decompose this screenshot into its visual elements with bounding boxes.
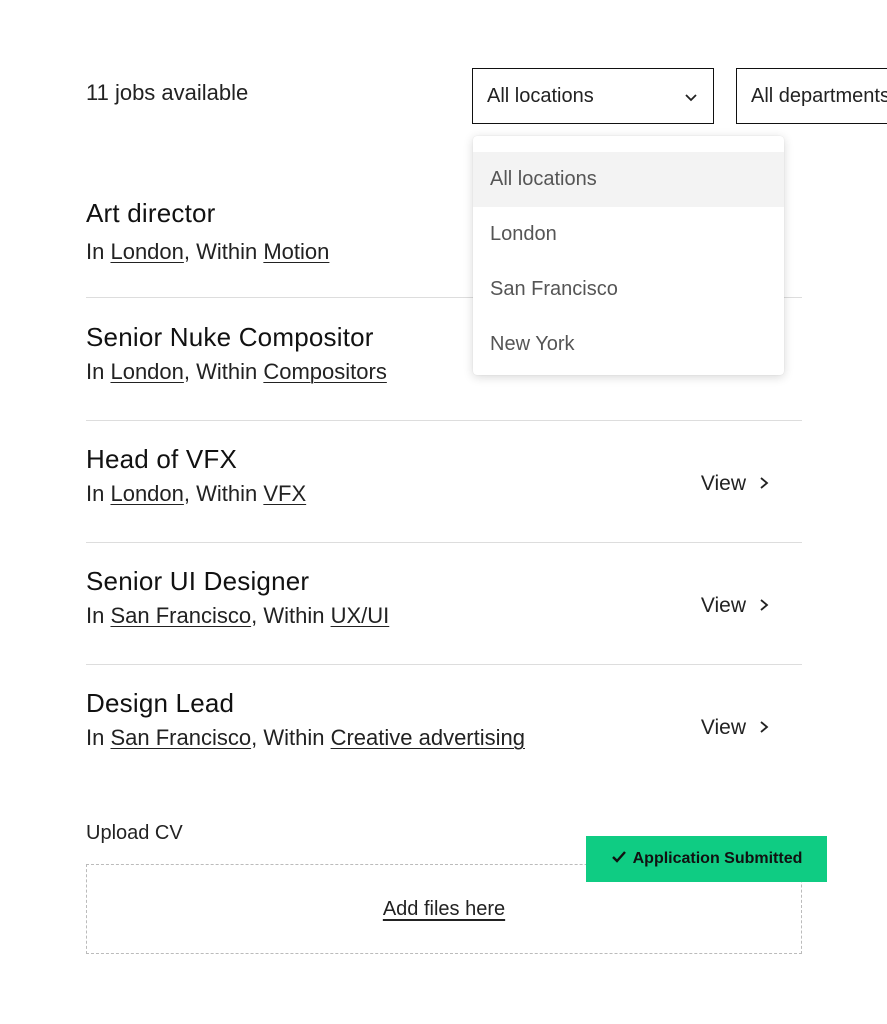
- chevron-right-icon: [758, 716, 770, 740]
- dropdown-option-san-francisco[interactable]: San Francisco: [473, 262, 784, 317]
- job-location-link[interactable]: London: [110, 359, 183, 384]
- view-job-label: View: [700, 594, 746, 617]
- view-job-label: View: [700, 716, 746, 739]
- location-select-value: All locations: [487, 84, 594, 107]
- job-department-link[interactable]: UX/UI: [331, 603, 390, 628]
- job-title: Head of VFX: [86, 444, 238, 474]
- check-icon: [611, 850, 627, 869]
- job-meta: In San Francisco, Within UX/UI: [86, 603, 390, 628]
- job-meta: In San Francisco, Within Creative advert…: [86, 725, 525, 750]
- job-divider: [86, 542, 802, 543]
- chevron-right-icon: [758, 472, 770, 496]
- view-job-button[interactable]: View: [701, 594, 770, 618]
- view-job-button[interactable]: View: [701, 472, 770, 496]
- application-submitted-toast: Application Submitted: [586, 836, 827, 882]
- upload-cv-label: Upload CV: [86, 822, 183, 844]
- job-divider: [86, 664, 802, 665]
- chevron-right-icon: [758, 594, 770, 618]
- job-department-link[interactable]: Motion: [263, 239, 329, 264]
- chevron-down-icon: [683, 88, 699, 104]
- job-location-link[interactable]: London: [110, 481, 183, 506]
- view-job-label: View: [700, 472, 746, 495]
- department-select[interactable]: All departments: [736, 68, 887, 124]
- job-item-senior-ui-designer: Senior UI Designer In San Francisco, Wit…: [86, 566, 802, 646]
- job-department-link[interactable]: VFX: [263, 481, 306, 506]
- job-meta: In London, Within VFX: [86, 481, 307, 506]
- add-files-link[interactable]: Add files here: [383, 898, 505, 921]
- dropdown-option-all-locations[interactable]: All locations: [473, 152, 784, 207]
- job-divider: [86, 420, 802, 421]
- location-dropdown-menu: All locations London San Francisco New Y…: [473, 136, 784, 375]
- department-select-value: All departments: [751, 84, 887, 107]
- job-location-link[interactable]: San Francisco: [110, 603, 251, 628]
- job-location-link[interactable]: London: [110, 239, 183, 264]
- jobs-count: 11 jobs available: [86, 80, 249, 105]
- job-item-design-lead: Design Lead In San Francisco, Within Cre…: [86, 688, 802, 768]
- dropdown-option-london[interactable]: London: [473, 207, 784, 262]
- view-job-button[interactable]: View: [701, 716, 770, 740]
- job-title: Senior UI Designer: [86, 566, 310, 596]
- job-item-head-of-vfx: Head of VFX In London, Within VFX View: [86, 444, 802, 524]
- location-select[interactable]: All locations: [472, 68, 714, 124]
- job-department-link[interactable]: Compositors: [263, 359, 386, 384]
- job-department-link[interactable]: Creative advertising: [331, 725, 525, 750]
- job-location-link[interactable]: San Francisco: [110, 725, 251, 750]
- toast-message: Application Submitted: [632, 850, 803, 867]
- job-title: Design Lead: [86, 688, 235, 718]
- dropdown-option-new-york[interactable]: New York: [473, 317, 784, 372]
